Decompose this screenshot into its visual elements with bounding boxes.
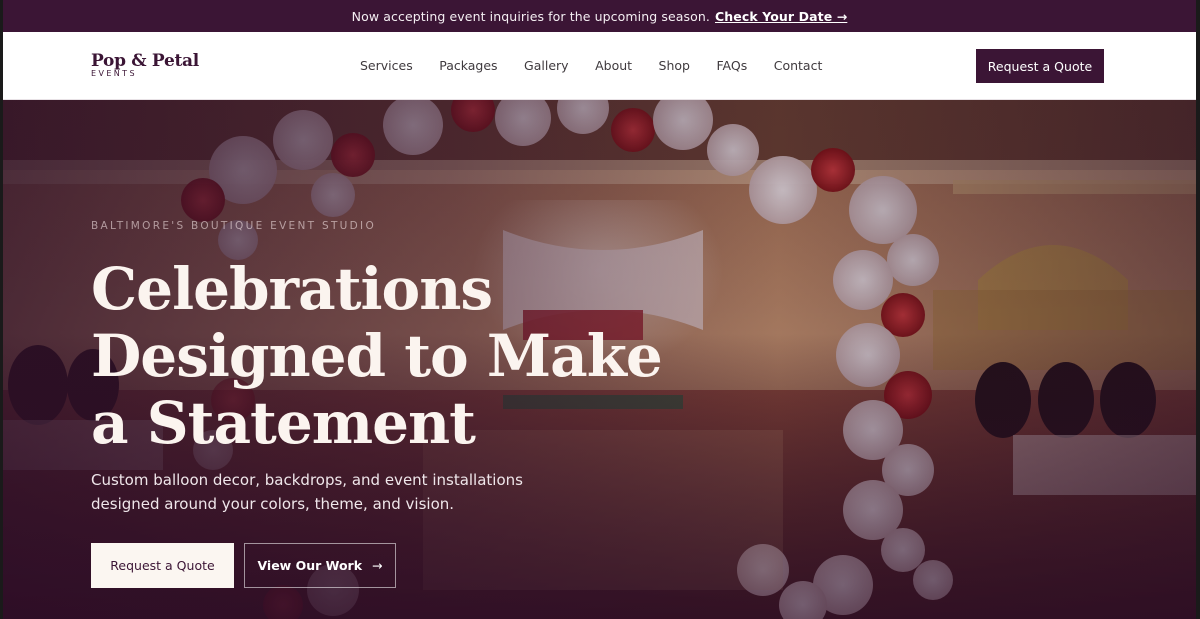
view-our-work-button[interactable]: View Our Work → xyxy=(244,543,396,588)
brand-name: Pop & Petal xyxy=(91,51,199,71)
nav-item-faqs[interactable]: FAQs xyxy=(717,58,748,73)
hero-headline: Celebrations Designed to Make a Statemen… xyxy=(91,255,663,457)
hero-section: BALTIMORE'S BOUTIQUE EVENT STUDIO Celebr… xyxy=(3,100,1196,619)
header-request-quote-button[interactable]: Request a Quote xyxy=(976,49,1104,83)
browser-viewport: Now accepting event inquiries for the up… xyxy=(3,0,1196,619)
nav-item-about[interactable]: About xyxy=(595,58,632,73)
nav-item-packages[interactable]: Packages xyxy=(439,58,497,73)
view-our-work-label: View Our Work xyxy=(257,558,363,573)
hero-subcopy: Custom balloon decor, backdrops, and eve… xyxy=(91,471,523,513)
main-navigation: Services Packages Gallery About Shop FAQ… xyxy=(360,32,849,99)
hero-request-quote-button[interactable]: Request a Quote xyxy=(91,543,234,588)
hero-eyebrow: BALTIMORE'S BOUTIQUE EVENT STUDIO xyxy=(91,220,377,232)
arrow-right-icon: → xyxy=(372,558,383,573)
nav-item-gallery[interactable]: Gallery xyxy=(524,58,569,73)
check-date-link[interactable]: Check Your Date → xyxy=(715,9,847,24)
announcement-text: Now accepting event inquiries for the up… xyxy=(351,8,710,24)
site-header: Pop & Petal EVENTS Services Packages Gal… xyxy=(3,32,1196,100)
nav-item-contact[interactable]: Contact xyxy=(774,58,823,73)
nav-item-services[interactable]: Services xyxy=(360,58,413,73)
brand-logo[interactable]: Pop & Petal EVENTS xyxy=(91,51,199,78)
nav-item-shop[interactable]: Shop xyxy=(659,58,690,73)
announcement-bar: Now accepting event inquiries for the up… xyxy=(3,0,1196,32)
